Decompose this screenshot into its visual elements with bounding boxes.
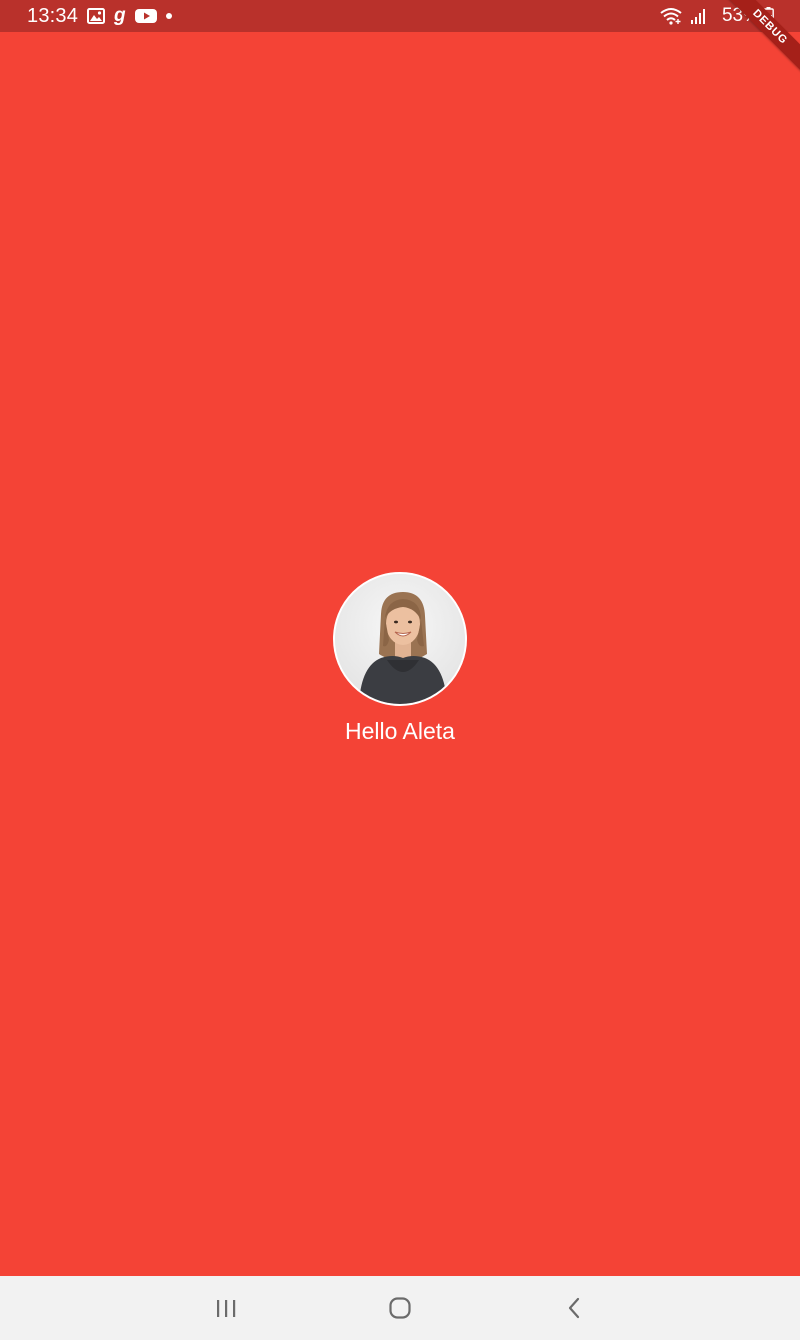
- status-right: 53%: [660, 5, 774, 27]
- avatar-photo: [335, 574, 465, 704]
- home-button[interactable]: [370, 1284, 430, 1332]
- battery-percent: 53%: [721, 5, 760, 26]
- g-app-icon: g: [113, 6, 127, 26]
- back-icon: [568, 1297, 580, 1319]
- dot-icon: [165, 12, 173, 20]
- app-screen: 13:34 g 53% DEBUG Hello Aleta: [0, 0, 800, 1340]
- status-left: 13:34 g: [27, 5, 181, 28]
- recent-apps-icon: [217, 1300, 236, 1317]
- main-content: Hello Aleta: [0, 32, 800, 1276]
- greeting-text: Hello Aleta: [345, 718, 455, 744]
- wifi-icon: [660, 7, 682, 25]
- svg-text:g: g: [113, 6, 126, 26]
- home-icon: [389, 1297, 411, 1319]
- avatar: [333, 572, 467, 706]
- youtube-icon: [135, 8, 158, 24]
- navigation-bar: [0, 1276, 800, 1340]
- back-button[interactable]: [544, 1284, 604, 1332]
- status-time: 13:34: [27, 4, 79, 27]
- recent-apps-button[interactable]: [196, 1284, 256, 1332]
- gallery-icon: [87, 8, 106, 24]
- battery-icon: [763, 7, 774, 25]
- signal-icon: [690, 7, 706, 25]
- status-bar: 13:34 g 53%: [0, 0, 800, 32]
- profile-section: Hello Aleta: [0, 572, 800, 745]
